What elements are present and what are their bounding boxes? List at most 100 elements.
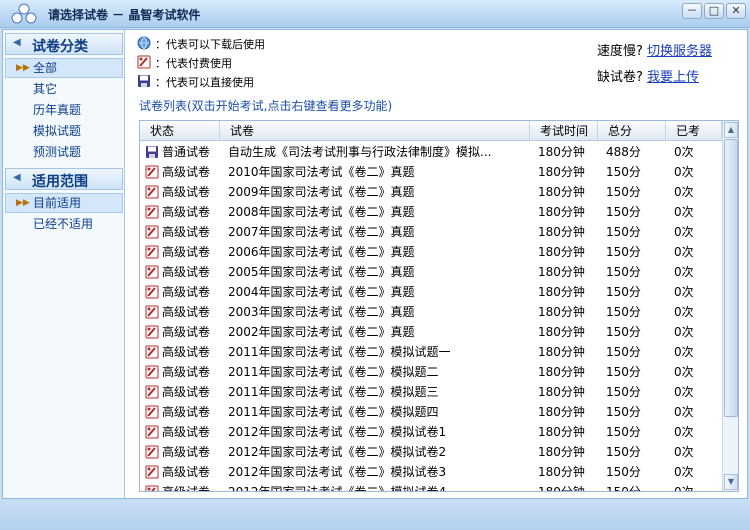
section-title: 试卷分类 [32, 39, 88, 55]
table-row[interactable]: 普通试卷 自动生成《司法考试刑事与行政法律制度》模拟... 180分钟 488分 0次 [140, 142, 722, 162]
sidebar-item-label: 历年真题 [33, 103, 82, 117]
scroll-down-arrow-icon[interactable]: ▼ [724, 474, 738, 490]
row-score: 488分 [606, 145, 641, 159]
row-score: 150分 [606, 425, 641, 439]
sidebar-item-label: 预测试题 [33, 145, 82, 159]
vertical-scrollbar[interactable]: ▲ ▼ [722, 121, 738, 491]
speed-label: 速度慢? [597, 44, 643, 59]
scroll-up-arrow-icon[interactable]: ▲ [724, 122, 738, 138]
sidebar-item-mock-exams[interactable]: 模拟试题 [5, 121, 123, 141]
row-status: 高级试卷 [162, 285, 211, 299]
row-taken: 0次 [674, 445, 694, 459]
collapse-arrow-icon: ◀ [13, 37, 21, 48]
title-bar: 请选择试卷 － 晶智考试软件 － □ ✕ [0, 0, 750, 28]
paid-exam-icon [145, 405, 159, 419]
window-title: 请选择试卷 － 晶智考试软件 [48, 8, 201, 22]
row-status: 高级试卷 [162, 405, 211, 419]
row-time: 180分钟 [538, 285, 585, 299]
sidebar-item-other[interactable]: 其它 [5, 79, 123, 99]
paid-exam-icon [145, 325, 159, 339]
column-header-time[interactable]: 考试时间 [530, 121, 598, 141]
switch-server-link[interactable]: 切换服务器 [647, 44, 712, 59]
table-row[interactable]: 高级试卷 2012年国家司法考试《卷二》模拟试卷3 180分钟 150分 0次 [140, 462, 722, 482]
table-row[interactable]: 高级试卷 2011年国家司法考试《卷二》模拟题四 180分钟 150分 0次 [140, 402, 722, 422]
row-time: 180分钟 [538, 145, 585, 159]
table-row[interactable]: 高级试卷 2007年国家司法考试《卷二》真题 180分钟 150分 0次 [140, 222, 722, 242]
section-header-scope[interactable]: ◀ 适用范围 [5, 168, 123, 190]
row-status: 高级试卷 [162, 385, 211, 399]
row-exam-name: 2003年国家司法考试《卷二》真题 [228, 305, 415, 319]
table-row[interactable]: 高级试卷 2012年国家司法考试《卷二》模拟试卷1 180分钟 150分 0次 [140, 422, 722, 442]
upload-link[interactable]: 我要上传 [647, 70, 699, 85]
row-score: 150分 [606, 265, 641, 279]
row-exam-name: 2011年国家司法考试《卷二》模拟题四 [228, 405, 439, 419]
table-row[interactable]: 高级试卷 2002年国家司法考试《卷二》真题 180分钟 150分 0次 [140, 322, 722, 342]
exam-list[interactable]: 状态 试卷 考试时间 总分 已考 普通试卷 自动生成《司法考试刑事与行政法律制度》… [139, 120, 739, 492]
legend-text: ：代表可以直接使用 [155, 76, 254, 89]
table-row[interactable]: 高级试卷 2008年国家司法考试《卷二》真题 180分钟 150分 0次 [140, 202, 722, 222]
row-exam-name: 2010年国家司法考试《卷二》真题 [228, 165, 415, 179]
minimize-button[interactable]: － [682, 3, 702, 19]
upload-line: 缺试卷? 我要上传 [597, 66, 699, 85]
row-time: 180分钟 [538, 445, 585, 459]
table-row[interactable]: 高级试卷 2010年国家司法考试《卷二》真题 180分钟 150分 0次 [140, 162, 722, 182]
table-row[interactable]: 高级试卷 2005年国家司法考试《卷二》真题 180分钟 150分 0次 [140, 262, 722, 282]
paid-exam-icon [145, 225, 159, 239]
sidebar-item-predicted-exams[interactable]: 预测试题 [5, 142, 123, 162]
row-taken: 0次 [674, 425, 694, 439]
row-taken: 0次 [674, 145, 694, 159]
row-status: 高级试卷 [162, 165, 211, 179]
status-bar [0, 500, 750, 530]
row-time: 180分钟 [538, 305, 585, 319]
sidebar-item-all[interactable]: ▶▶ 全部 [5, 58, 123, 78]
table-row[interactable]: 高级试卷 2012年国家司法考试《卷二》模拟试卷4 180分钟 150分 0次 [140, 482, 722, 492]
row-taken: 0次 [674, 285, 694, 299]
sidebar-item-no-longer-applicable[interactable]: 已经不适用 [5, 214, 123, 234]
row-time: 180分钟 [538, 325, 585, 339]
close-button[interactable]: ✕ [726, 3, 746, 19]
row-taken: 0次 [674, 345, 694, 359]
table-row[interactable]: 高级试卷 2004年国家司法考试《卷二》真题 180分钟 150分 0次 [140, 282, 722, 302]
scroll-thumb[interactable] [724, 139, 738, 417]
column-header-taken[interactable]: 已考 [666, 121, 722, 141]
table-row[interactable]: 高级试卷 2003年国家司法考试《卷二》真题 180分钟 150分 0次 [140, 302, 722, 322]
row-exam-name: 自动生成《司法考试刑事与行政法律制度》模拟... [228, 145, 492, 159]
table-row[interactable]: 高级试卷 2011年国家司法考试《卷二》模拟试题一 180分钟 150分 0次 [140, 342, 722, 362]
row-time: 180分钟 [538, 225, 585, 239]
row-taken: 0次 [674, 485, 694, 492]
row-score: 150分 [606, 465, 641, 479]
table-row[interactable]: 高级试卷 2011年国家司法考试《卷二》模拟题三 180分钟 150分 0次 [140, 382, 722, 402]
sidebar-item-past-exams[interactable]: 历年真题 [5, 100, 123, 120]
row-time: 180分钟 [538, 385, 585, 399]
row-status: 高级试卷 [162, 325, 211, 339]
paid-exam-icon [145, 385, 159, 399]
table-row[interactable]: 高级试卷 2011年国家司法考试《卷二》模拟题二 180分钟 150分 0次 [140, 362, 722, 382]
sidebar-item-label: 其它 [33, 82, 58, 96]
sidebar-item-currently-applicable[interactable]: ▶▶ 目前适用 [5, 193, 123, 213]
paid-exam-icon [145, 425, 159, 439]
row-score: 150分 [606, 345, 641, 359]
row-time: 180分钟 [538, 245, 585, 259]
row-taken: 0次 [674, 385, 694, 399]
row-time: 180分钟 [538, 405, 585, 419]
switch-server-line: 速度慢? 切换服务器 [597, 40, 712, 59]
row-status: 高级试卷 [162, 305, 211, 319]
sidebar-item-label: 目前适用 [33, 196, 82, 210]
table-row[interactable]: 高级试卷 2012年国家司法考试《卷二》模拟试卷2 180分钟 150分 0次 [140, 442, 722, 462]
row-status: 高级试卷 [162, 245, 211, 259]
paid-exam-icon [145, 465, 159, 479]
column-header-score[interactable]: 总分 [598, 121, 666, 141]
row-status: 高级试卷 [162, 225, 211, 239]
maximize-button[interactable]: □ [704, 3, 724, 19]
column-header-exam[interactable]: 试卷 [220, 121, 530, 141]
table-row[interactable]: 高级试卷 2009年国家司法考试《卷二》真题 180分钟 150分 0次 [140, 182, 722, 202]
main-panel: ：代表可以下载后使用 ：代表付费使用 ：代表可以直接使用 速度慢? 切换服务器 … [127, 30, 747, 498]
globe-download-icon [137, 36, 151, 50]
table-row[interactable]: 高级试卷 2006年国家司法考试《卷二》真题 180分钟 150分 0次 [140, 242, 722, 262]
row-taken: 0次 [674, 185, 694, 199]
row-status: 普通试卷 [162, 145, 211, 159]
section-header-category[interactable]: ◀ 试卷分类 [5, 33, 123, 55]
column-header-status[interactable]: 状态 [140, 121, 220, 141]
row-taken: 0次 [674, 225, 694, 239]
row-exam-name: 2008年国家司法考试《卷二》真题 [228, 205, 415, 219]
